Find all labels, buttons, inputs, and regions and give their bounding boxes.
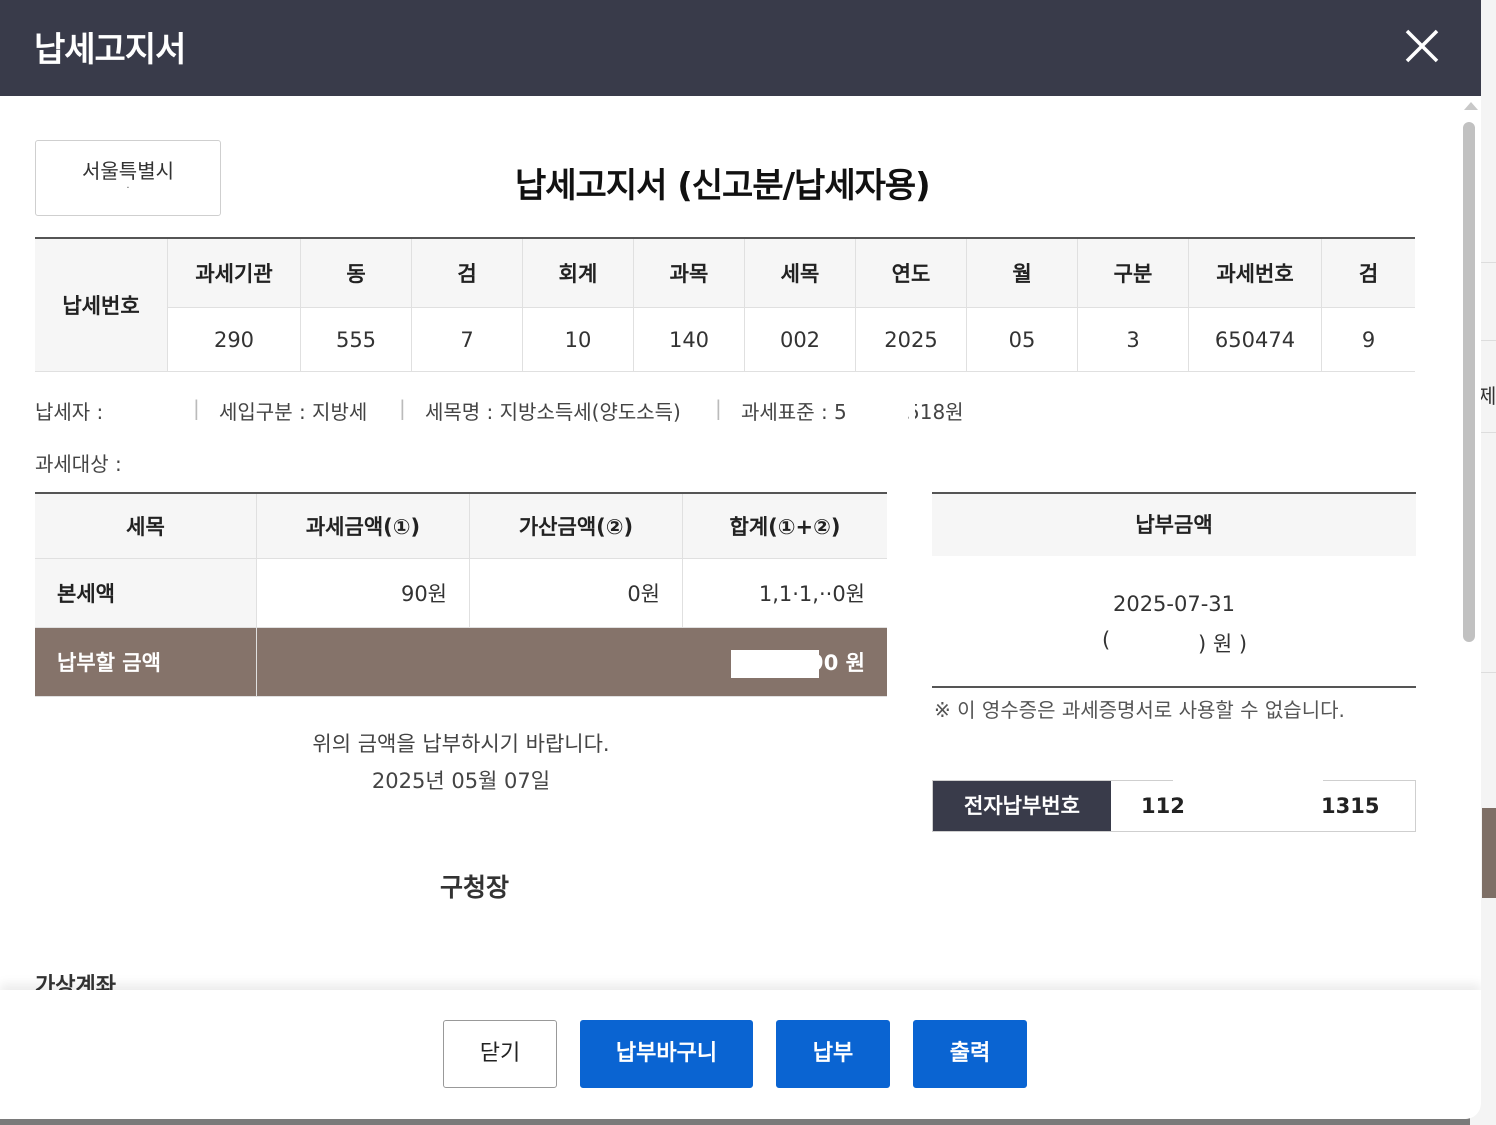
separator: | [399, 396, 406, 420]
table-header: 세목 [744, 238, 856, 308]
table-header: 과세금액(①) [256, 493, 470, 559]
table-header: 세목 [35, 493, 257, 559]
separator: | [715, 396, 722, 420]
epay-number-end: 1315 [1321, 794, 1380, 818]
print-button[interactable]: 출력 [913, 1020, 1027, 1088]
payment-header: 납부금액 [932, 492, 1416, 556]
table-cell: 2025 [855, 307, 967, 372]
scrollbar-thumb[interactable] [1463, 122, 1475, 642]
electronic-payment-number: 전자납부번호 112 1315 [932, 779, 1416, 832]
main-tax-amount: 90원 [256, 558, 470, 628]
due-date: 2025-07-31 [1112, 592, 1236, 616]
epay-number-start: 112 [1141, 794, 1185, 818]
table-header: 동 [300, 238, 412, 308]
table-header: 과세번호 [1188, 238, 1322, 308]
tax-base-prefix: 과세표준 : 5 [741, 400, 847, 424]
table-header: 가산금액(②) [469, 493, 683, 559]
table-header: 월 [966, 238, 1078, 308]
table-header: 구분 [1077, 238, 1189, 308]
virtual-account-heading: 가상계좌 [35, 974, 116, 990]
table-cell: 3 [1077, 307, 1189, 372]
payment-open-paren: ( [1102, 628, 1111, 652]
message-line-1: 위의 금액을 납부하시기 바랍니다. [312, 732, 610, 756]
table-cell: 002 [744, 307, 856, 372]
city-name: 서울특별시 [82, 159, 174, 183]
total-amount: 90 원 [256, 627, 887, 697]
table-cell: 555 [300, 307, 412, 372]
total-label: 납부할 금액 [35, 627, 257, 697]
table-header: 연도 [855, 238, 967, 308]
main-tax-sum: 1,1·1,··0원 [682, 558, 887, 628]
close-button[interactable]: 닫기 [443, 1020, 557, 1088]
issuer-name: 구청장 [440, 873, 510, 902]
pay-button[interactable]: 납부 [776, 1020, 890, 1088]
income-type: 세입구분 : 지방세 [219, 400, 368, 424]
payment-message: 위의 금액을 납부하시기 바랍니다. 2025년 05월 07일 [35, 726, 887, 800]
main-tax-additional: 0원 [469, 558, 683, 628]
table-header: 검 [1321, 238, 1415, 308]
table-cell: 290 [167, 307, 301, 372]
table-cell: 05 [966, 307, 1078, 372]
separator: | [193, 396, 200, 420]
tax-base-suffix: 518원 [907, 400, 964, 424]
epay-label: 전자납부번호 [933, 781, 1111, 831]
table-cell: 10 [522, 307, 634, 372]
amount-table: 세목 과세금액(①) 가산금액(②) 합계(①+②) 본세액 90원 0원 1,… [35, 492, 887, 697]
main-tax-label: 본세액 [35, 558, 257, 628]
tax-notice-modal: 납세고지서 서울특별시 · 납세고지서 (신고분/납세자용) 납세번호 과세기관… [0, 0, 1481, 1119]
tax-number-table: 납세번호 과세기관 동 검 회계 과목 세목 연도 월 구분 과세번호 검 29… [35, 237, 1415, 372]
table-cell: 7 [411, 307, 523, 372]
close-icon[interactable] [1398, 22, 1446, 70]
table-header: 회계 [522, 238, 634, 308]
table-cell: 650474 [1188, 307, 1322, 372]
table-header: 과목 [633, 238, 745, 308]
scroll-up-arrow-icon[interactable] [1464, 102, 1478, 110]
table-cell: 9 [1321, 307, 1415, 372]
table-header: 과세기관 [167, 238, 301, 308]
taxpayer-label: 납세자 : [35, 400, 104, 424]
tax-name: 세목명 : 지방소득세(양도소득) [425, 400, 681, 424]
modal-body: 서울특별시 · 납세고지서 (신고분/납세자용) 납세번호 과세기관 동 검 회… [0, 96, 1460, 990]
background-block [1482, 808, 1496, 898]
table-header: 검 [411, 238, 523, 308]
modal-footer: 닫기 납부바구니 납부 출력 [0, 990, 1481, 1119]
modal-title: 납세고지서 [34, 30, 186, 70]
city-box: 서울특별시 · [35, 140, 221, 216]
receipt-notice: ※ 이 영수증은 과세증명서로 사용할 수 없습니다. [934, 698, 1345, 722]
modal-header: 납세고지서 [0, 0, 1481, 96]
document-title: 납세고지서 (신고분/납세자용) [515, 166, 931, 206]
payment-won-label: ) 원 ) [1198, 632, 1248, 656]
tax-number-label: 납세번호 [35, 238, 168, 372]
payment-basket-button[interactable]: 납부바구니 [580, 1020, 753, 1088]
redaction-bar [731, 650, 819, 678]
city-sub: · [126, 183, 130, 194]
tax-target: 과세대상 : [35, 452, 122, 476]
table-header: 합계(①+②) [682, 493, 887, 559]
payment-amount-box: 납부금액 2025-07-31 ( ) 원 ) [932, 492, 1416, 688]
message-date: 2025년 05월 07일 [371, 769, 551, 793]
scrollbar[interactable] [1460, 96, 1481, 990]
table-cell: 140 [633, 307, 745, 372]
